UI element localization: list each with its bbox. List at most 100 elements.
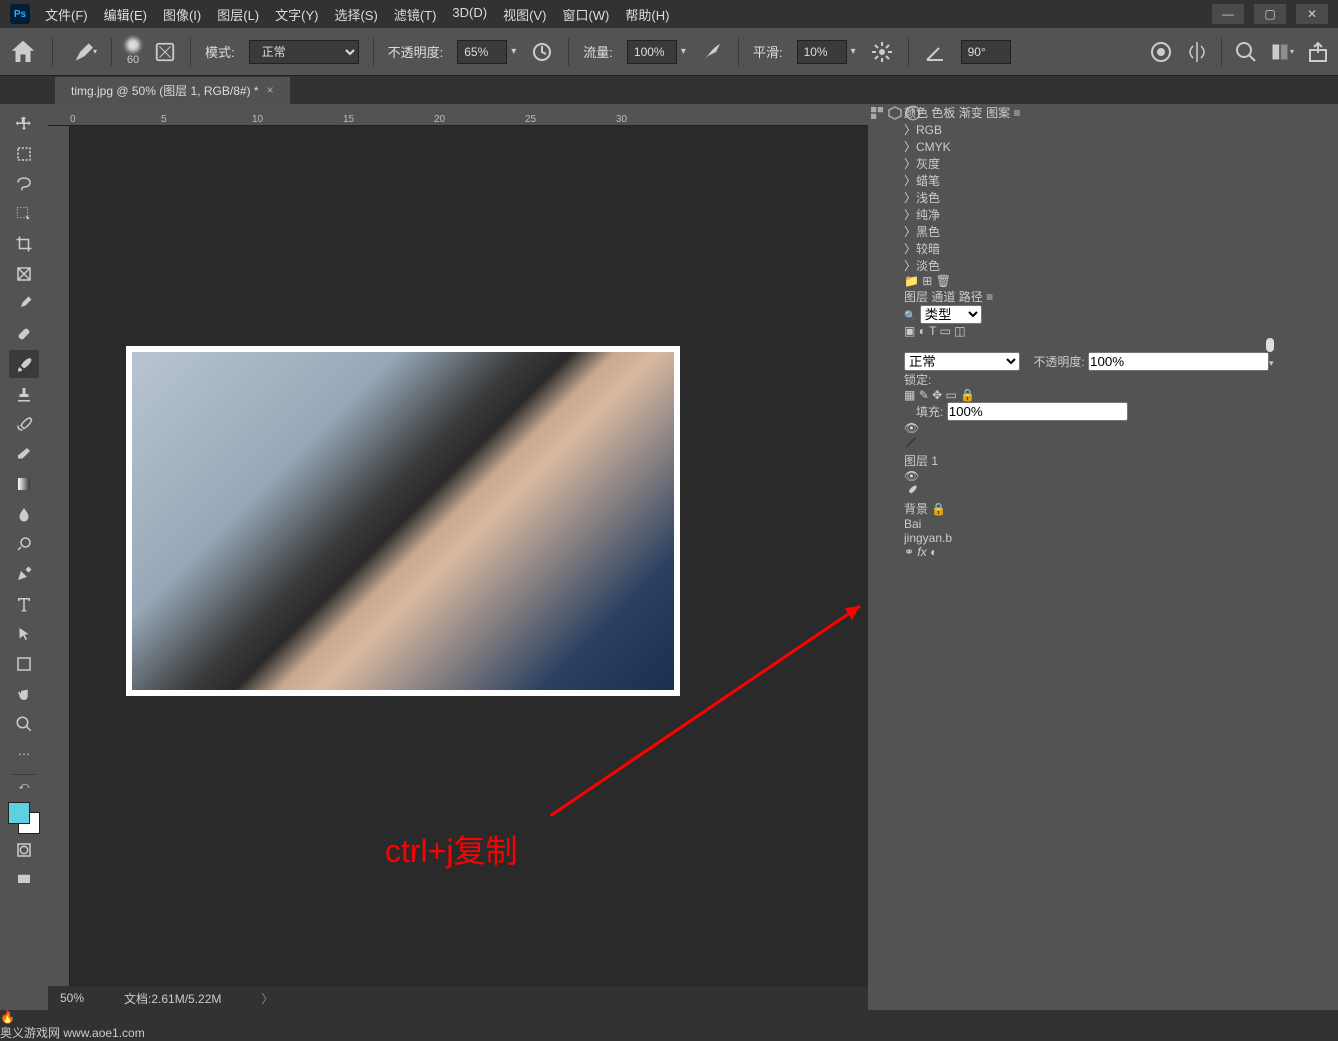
layer-filter-select[interactable]: 类型: [920, 305, 982, 324]
layer-name[interactable]: 背景: [904, 502, 928, 516]
brush-tool-icon[interactable]: ▾: [67, 37, 97, 67]
brush-panel-icon[interactable]: [154, 41, 176, 63]
tab-swatches[interactable]: 色板: [931, 106, 955, 120]
pressure-opacity-icon[interactable]: [530, 40, 554, 64]
airbrush-icon[interactable]: [700, 40, 724, 64]
foreground-color[interactable]: [8, 802, 30, 824]
filter-adjust-icon[interactable]: ◐: [919, 324, 926, 338]
swatch-folder[interactable]: 〉蜡笔: [904, 172, 1274, 189]
swatch-folder[interactable]: 〉浅色: [904, 189, 1274, 206]
hand-tool[interactable]: [9, 680, 39, 708]
lock-pixels-icon[interactable]: ▦: [904, 388, 915, 402]
link-icon[interactable]: ⚭: [904, 545, 914, 559]
color-swap-icon[interactable]: ⤺: [19, 781, 30, 792]
menu-select[interactable]: 选择(S): [334, 5, 377, 24]
menu-view[interactable]: 视图(V): [503, 5, 546, 24]
brush-size-preview[interactable]: 60: [126, 38, 140, 66]
zoom-level[interactable]: 50%: [60, 991, 84, 1005]
history-brush-tool[interactable]: [9, 410, 39, 438]
menu-layer[interactable]: 图层(L): [217, 5, 259, 24]
tab-channels[interactable]: 通道: [931, 290, 955, 304]
pressure-size-icon[interactable]: [1149, 40, 1173, 64]
menu-help[interactable]: 帮助(H): [625, 5, 669, 24]
crop-tool[interactable]: [9, 230, 39, 258]
filter-toggle[interactable]: [1266, 338, 1274, 352]
tab-layers[interactable]: 图层: [904, 290, 928, 304]
layer-name[interactable]: 图层 1: [904, 454, 938, 468]
flow-input[interactable]: [627, 40, 677, 64]
zoom-tool[interactable]: [9, 710, 39, 738]
new-folder-icon[interactable]: 📁: [904, 274, 919, 288]
panel-icon-2[interactable]: [886, 104, 904, 1010]
layer-thumb[interactable]: [904, 435, 1274, 452]
pen-tool[interactable]: [9, 560, 39, 588]
menu-edit[interactable]: 编辑(E): [104, 5, 147, 24]
menu-image[interactable]: 图像(I): [163, 5, 201, 24]
filter-pixel-icon[interactable]: ▣: [904, 324, 915, 338]
tab-color[interactable]: 颜色: [904, 106, 928, 120]
swatch-folder[interactable]: 〉CMYK: [904, 138, 1274, 155]
eyedropper-tool[interactable]: [9, 290, 39, 318]
swatch-folder[interactable]: 〉黑色: [904, 223, 1274, 240]
blur-tool[interactable]: [9, 500, 39, 528]
menu-window[interactable]: 窗口(W): [562, 5, 609, 24]
gradient-tool[interactable]: [9, 470, 39, 498]
swatch-folder[interactable]: 〉较暗: [904, 240, 1274, 257]
swatch-folder[interactable]: 〉纯净: [904, 206, 1274, 223]
swatch-folder[interactable]: 〉淡色: [904, 257, 1274, 274]
layer-row[interactable]: 👁 图层 1: [904, 421, 1274, 469]
new-swatch-icon[interactable]: ⊞: [922, 274, 932, 288]
trash-icon[interactable]: 🗑: [936, 274, 951, 288]
lock-move-icon[interactable]: ✥: [932, 388, 942, 402]
move-tool[interactable]: [9, 110, 39, 138]
search-icon[interactable]: 🔍: [904, 311, 916, 322]
fx-icon[interactable]: fx: [917, 545, 926, 559]
menu-3d[interactable]: 3D(D): [452, 5, 487, 24]
tab-close-icon[interactable]: ×: [267, 83, 274, 97]
path-select-tool[interactable]: [9, 620, 39, 648]
mask-icon[interactable]: ◐: [930, 545, 937, 559]
filter-type-icon[interactable]: T: [929, 324, 936, 338]
menu-file[interactable]: 文件(F): [45, 5, 88, 24]
filter-shape-icon[interactable]: ▭: [940, 324, 951, 338]
close-button[interactable]: ✕: [1296, 4, 1328, 24]
canvas-viewport[interactable]: ctrl+j复制: [70, 126, 868, 986]
maximize-button[interactable]: ▢: [1254, 4, 1286, 24]
panel-icon-1[interactable]: [868, 104, 886, 1010]
stamp-tool[interactable]: [9, 380, 39, 408]
tab-paths[interactable]: 路径: [959, 290, 983, 304]
shape-tool[interactable]: [9, 650, 39, 678]
lock-artboard-icon[interactable]: ▭: [946, 388, 957, 402]
brush-tool[interactable]: [9, 350, 39, 378]
tab-gradient[interactable]: 渐变: [959, 106, 983, 120]
layer-blend-select[interactable]: 正常: [904, 352, 1020, 371]
arrange-icon[interactable]: ▾: [1270, 40, 1294, 64]
menu-type[interactable]: 文字(Y): [275, 5, 318, 24]
symmetry-icon[interactable]: [1185, 40, 1209, 64]
lasso-tool[interactable]: [9, 170, 39, 198]
healing-tool[interactable]: [9, 320, 39, 348]
opacity-input[interactable]: [457, 40, 507, 64]
panel-menu-icon[interactable]: ≡: [1013, 106, 1020, 120]
dodge-tool[interactable]: [9, 530, 39, 558]
frame-tool[interactable]: [9, 260, 39, 288]
search-icon[interactable]: [1234, 40, 1258, 64]
panel-menu-icon[interactable]: ≡: [986, 290, 993, 304]
smoothing-input[interactable]: [797, 40, 847, 64]
layer-opacity-input[interactable]: [1088, 352, 1269, 371]
edit-toolbar[interactable]: ⋯: [9, 740, 39, 768]
swatch-folder[interactable]: 〉灰度: [904, 155, 1274, 172]
menu-filter[interactable]: 滤镜(T): [394, 5, 437, 24]
screenmode-tool[interactable]: [9, 866, 39, 894]
swatch-folder[interactable]: 〉RGB: [904, 121, 1274, 138]
fill-input[interactable]: [947, 402, 1128, 421]
tab-pattern[interactable]: 图案: [986, 106, 1010, 120]
eraser-tool[interactable]: [9, 440, 39, 468]
document-tab[interactable]: timg.jpg @ 50% (图层 1, RGB/8#) * ×: [55, 77, 290, 104]
minimize-button[interactable]: —: [1212, 4, 1244, 24]
lock-icon[interactable]: 🔒: [931, 502, 946, 516]
visibility-icon[interactable]: 👁: [904, 421, 919, 435]
lock-all-icon[interactable]: 🔒: [960, 388, 975, 402]
blend-mode-select[interactable]: 正常: [249, 40, 359, 64]
share-icon[interactable]: [1306, 40, 1330, 64]
